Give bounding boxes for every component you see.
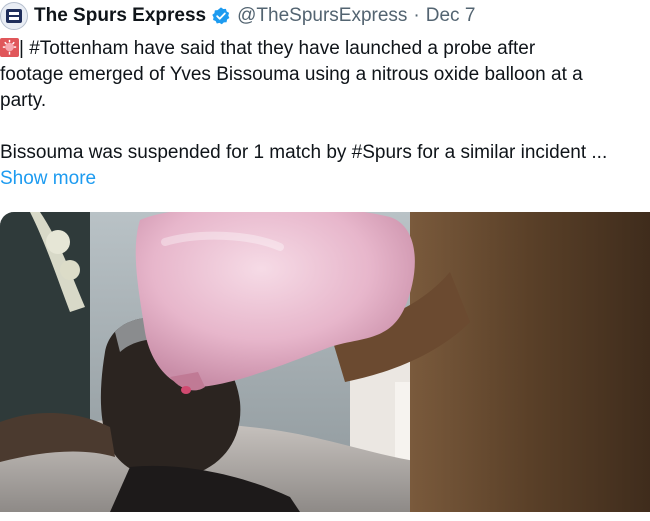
photo-image: [0, 212, 650, 512]
verified-badge-icon: [211, 6, 231, 26]
tweet-line-1: | #Tottenham have said that they have la…: [0, 36, 646, 62]
header-separator: ·: [413, 5, 420, 26]
tweet-media-photo[interactable]: [0, 212, 650, 512]
tweet-line-3: party.: [0, 90, 47, 111]
tweet-text: | #Tottenham have said that they have la…: [0, 36, 646, 192]
tweet-line-4: Bissouma was suspended for 1 match by #S…: [0, 142, 608, 163]
tweet-header: The Spurs Express @TheSpursExpress · Dec…: [0, 2, 475, 30]
author-name[interactable]: The Spurs Express: [34, 5, 206, 27]
tweet-line-1-text: | #Tottenham have said that they have la…: [19, 38, 536, 59]
tweet-line-2: footage emerged of Yves Bissouma using a…: [0, 64, 583, 85]
show-more-link[interactable]: Show more: [0, 168, 96, 189]
rotating-light-emoji-icon: [0, 38, 19, 57]
post-date[interactable]: Dec 7: [426, 5, 476, 27]
profile-avatar[interactable]: [0, 2, 28, 30]
author-handle[interactable]: @TheSpursExpress: [237, 5, 407, 27]
club-crest-icon: [6, 9, 22, 23]
